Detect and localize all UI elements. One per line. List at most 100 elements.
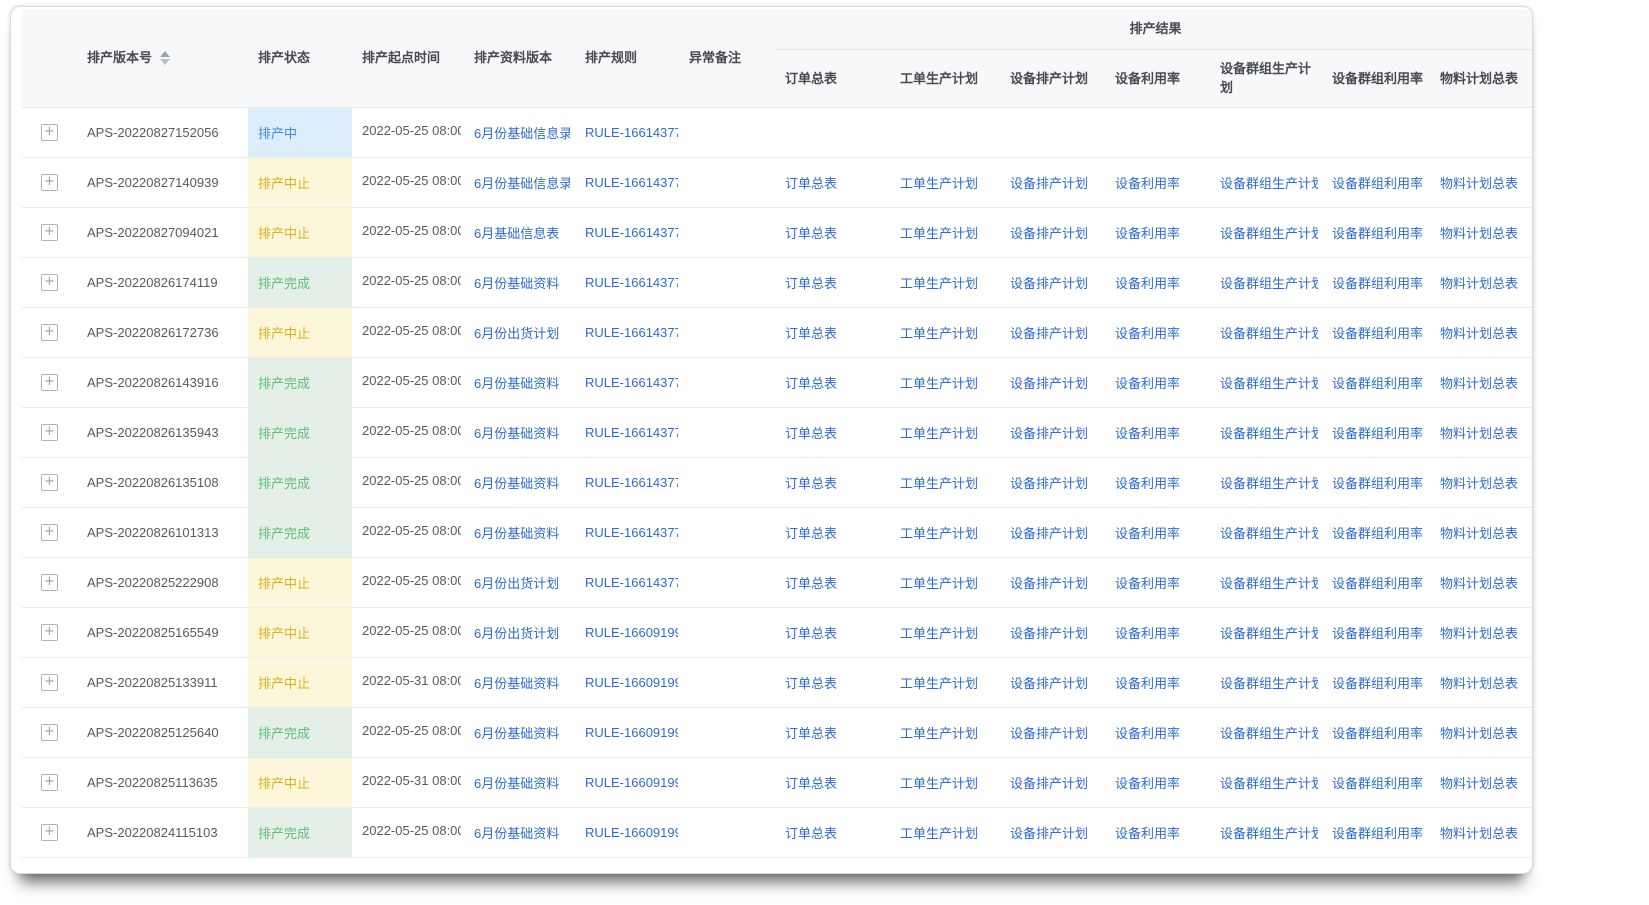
equipment-group-plan-link[interactable]: 设备群组生产计划: [1220, 723, 1318, 742]
data-version-link[interactable]: 6月份基础信息录: [474, 123, 570, 142]
data-version-link[interactable]: 6月份基础信息录: [474, 173, 570, 192]
equipment-utilization-link[interactable]: 设备利用率: [1115, 523, 1180, 542]
order-summary-link[interactable]: 订单总表: [785, 223, 837, 242]
rule-link[interactable]: RULE-16614377: [585, 175, 678, 190]
work-order-plan-link[interactable]: 工单生产计划: [900, 173, 978, 192]
equipment-utilization-link[interactable]: 设备利用率: [1115, 273, 1180, 292]
work-order-plan-link[interactable]: 工单生产计划: [900, 823, 978, 842]
equipment-group-utilization-link[interactable]: 设备群组利用率: [1332, 173, 1423, 192]
equipment-utilization-link[interactable]: 设备利用率: [1115, 573, 1180, 592]
material-plan-summary-link[interactable]: 物料计划总表: [1440, 823, 1518, 842]
order-summary-link[interactable]: 订单总表: [785, 823, 837, 842]
equipment-plan-link[interactable]: 设备排产计划: [1010, 823, 1088, 842]
column-header-version[interactable]: 排产版本号: [77, 9, 248, 107]
order-summary-link[interactable]: 订单总表: [785, 523, 837, 542]
rule-link[interactable]: RULE-16614377: [585, 425, 678, 440]
equipment-utilization-link[interactable]: 设备利用率: [1115, 423, 1180, 442]
equipment-group-plan-link[interactable]: 设备群组生产计划: [1220, 523, 1318, 542]
material-plan-summary-link[interactable]: 物料计划总表: [1440, 373, 1518, 392]
equipment-group-utilization-link[interactable]: 设备群组利用率: [1332, 723, 1423, 742]
equipment-plan-link[interactable]: 设备排产计划: [1010, 323, 1088, 342]
data-version-link[interactable]: 6月份出货计划: [474, 623, 559, 642]
equipment-group-plan-link[interactable]: 设备群组生产计划: [1220, 773, 1318, 792]
expand-row-button[interactable]: +: [41, 374, 58, 391]
equipment-plan-link[interactable]: 设备排产计划: [1010, 473, 1088, 492]
data-version-link[interactable]: 6月份基础资料: [474, 823, 559, 842]
data-version-link[interactable]: 6月份基础资料: [474, 723, 559, 742]
equipment-plan-link[interactable]: 设备排产计划: [1010, 723, 1088, 742]
equipment-group-utilization-link[interactable]: 设备群组利用率: [1332, 673, 1423, 692]
equipment-group-plan-link[interactable]: 设备群组生产计划: [1220, 323, 1318, 342]
work-order-plan-link[interactable]: 工单生产计划: [900, 623, 978, 642]
material-plan-summary-link[interactable]: 物料计划总表: [1440, 423, 1518, 442]
data-version-link[interactable]: 6月基础信息表: [474, 223, 559, 242]
data-version-link[interactable]: 6月份基础资料: [474, 673, 559, 692]
equipment-utilization-link[interactable]: 设备利用率: [1115, 623, 1180, 642]
expand-row-button[interactable]: +: [41, 224, 58, 241]
order-summary-link[interactable]: 订单总表: [785, 423, 837, 442]
equipment-utilization-link[interactable]: 设备利用率: [1115, 723, 1180, 742]
expand-row-button[interactable]: +: [41, 774, 58, 791]
equipment-plan-link[interactable]: 设备排产计划: [1010, 523, 1088, 542]
work-order-plan-link[interactable]: 工单生产计划: [900, 423, 978, 442]
equipment-group-utilization-link[interactable]: 设备群组利用率: [1332, 573, 1423, 592]
rule-link[interactable]: RULE-16614377: [585, 475, 678, 490]
equipment-group-plan-link[interactable]: 设备群组生产计划: [1220, 573, 1318, 592]
order-summary-link[interactable]: 订单总表: [785, 323, 837, 342]
expand-row-button[interactable]: +: [41, 724, 58, 741]
order-summary-link[interactable]: 订单总表: [785, 573, 837, 592]
data-version-link[interactable]: 6月份基础资料: [474, 273, 559, 292]
material-plan-summary-link[interactable]: 物料计划总表: [1440, 273, 1518, 292]
equipment-group-plan-link[interactable]: 设备群组生产计划: [1220, 623, 1318, 642]
work-order-plan-link[interactable]: 工单生产计划: [900, 673, 978, 692]
equipment-group-plan-link[interactable]: 设备群组生产计划: [1220, 423, 1318, 442]
equipment-plan-link[interactable]: 设备排产计划: [1010, 623, 1088, 642]
equipment-plan-link[interactable]: 设备排产计划: [1010, 223, 1088, 242]
material-plan-summary-link[interactable]: 物料计划总表: [1440, 673, 1518, 692]
work-order-plan-link[interactable]: 工单生产计划: [900, 723, 978, 742]
expand-row-button[interactable]: +: [41, 624, 58, 641]
expand-row-button[interactable]: +: [41, 674, 58, 691]
equipment-plan-link[interactable]: 设备排产计划: [1010, 273, 1088, 292]
work-order-plan-link[interactable]: 工单生产计划: [900, 773, 978, 792]
equipment-group-plan-link[interactable]: 设备群组生产计划: [1220, 273, 1318, 292]
expand-row-button[interactable]: +: [41, 524, 58, 541]
rule-link[interactable]: RULE-166091998: [585, 675, 678, 690]
rule-link[interactable]: RULE-166091998: [585, 725, 678, 740]
data-version-link[interactable]: 6月份基础资料: [474, 373, 559, 392]
data-version-link[interactable]: 6月份基础资料: [474, 523, 559, 542]
data-version-link[interactable]: 6月份出货计划: [474, 323, 559, 342]
data-version-link[interactable]: 6月份基础资料: [474, 773, 559, 792]
equipment-group-plan-link[interactable]: 设备群组生产计划: [1220, 823, 1318, 842]
equipment-group-utilization-link[interactable]: 设备群组利用率: [1332, 523, 1423, 542]
equipment-utilization-link[interactable]: 设备利用率: [1115, 323, 1180, 342]
order-summary-link[interactable]: 订单总表: [785, 173, 837, 192]
rule-link[interactable]: RULE-166091998: [585, 825, 678, 840]
data-version-link[interactable]: 6月份出货计划: [474, 573, 559, 592]
equipment-group-utilization-link[interactable]: 设备群组利用率: [1332, 623, 1423, 642]
equipment-group-utilization-link[interactable]: 设备群组利用率: [1332, 373, 1423, 392]
equipment-group-utilization-link[interactable]: 设备群组利用率: [1332, 323, 1423, 342]
sort-icon[interactable]: [160, 51, 170, 65]
order-summary-link[interactable]: 订单总表: [785, 373, 837, 392]
equipment-plan-link[interactable]: 设备排产计划: [1010, 773, 1088, 792]
material-plan-summary-link[interactable]: 物料计划总表: [1440, 473, 1518, 492]
material-plan-summary-link[interactable]: 物料计划总表: [1440, 623, 1518, 642]
expand-row-button[interactable]: +: [41, 174, 58, 191]
expand-row-button[interactable]: +: [41, 274, 58, 291]
rule-link[interactable]: RULE-166091998: [585, 625, 678, 640]
work-order-plan-link[interactable]: 工单生产计划: [900, 223, 978, 242]
equipment-utilization-link[interactable]: 设备利用率: [1115, 773, 1180, 792]
rule-link[interactable]: RULE-166091998: [585, 775, 678, 790]
equipment-group-utilization-link[interactable]: 设备群组利用率: [1332, 423, 1423, 442]
equipment-plan-link[interactable]: 设备排产计划: [1010, 423, 1088, 442]
work-order-plan-link[interactable]: 工单生产计划: [900, 523, 978, 542]
expand-row-button[interactable]: +: [41, 424, 58, 441]
expand-row-button[interactable]: +: [41, 324, 58, 341]
material-plan-summary-link[interactable]: 物料计划总表: [1440, 323, 1518, 342]
equipment-utilization-link[interactable]: 设备利用率: [1115, 673, 1180, 692]
work-order-plan-link[interactable]: 工单生产计划: [900, 573, 978, 592]
equipment-group-plan-link[interactable]: 设备群组生产计划: [1220, 473, 1318, 492]
equipment-plan-link[interactable]: 设备排产计划: [1010, 373, 1088, 392]
equipment-utilization-link[interactable]: 设备利用率: [1115, 173, 1180, 192]
